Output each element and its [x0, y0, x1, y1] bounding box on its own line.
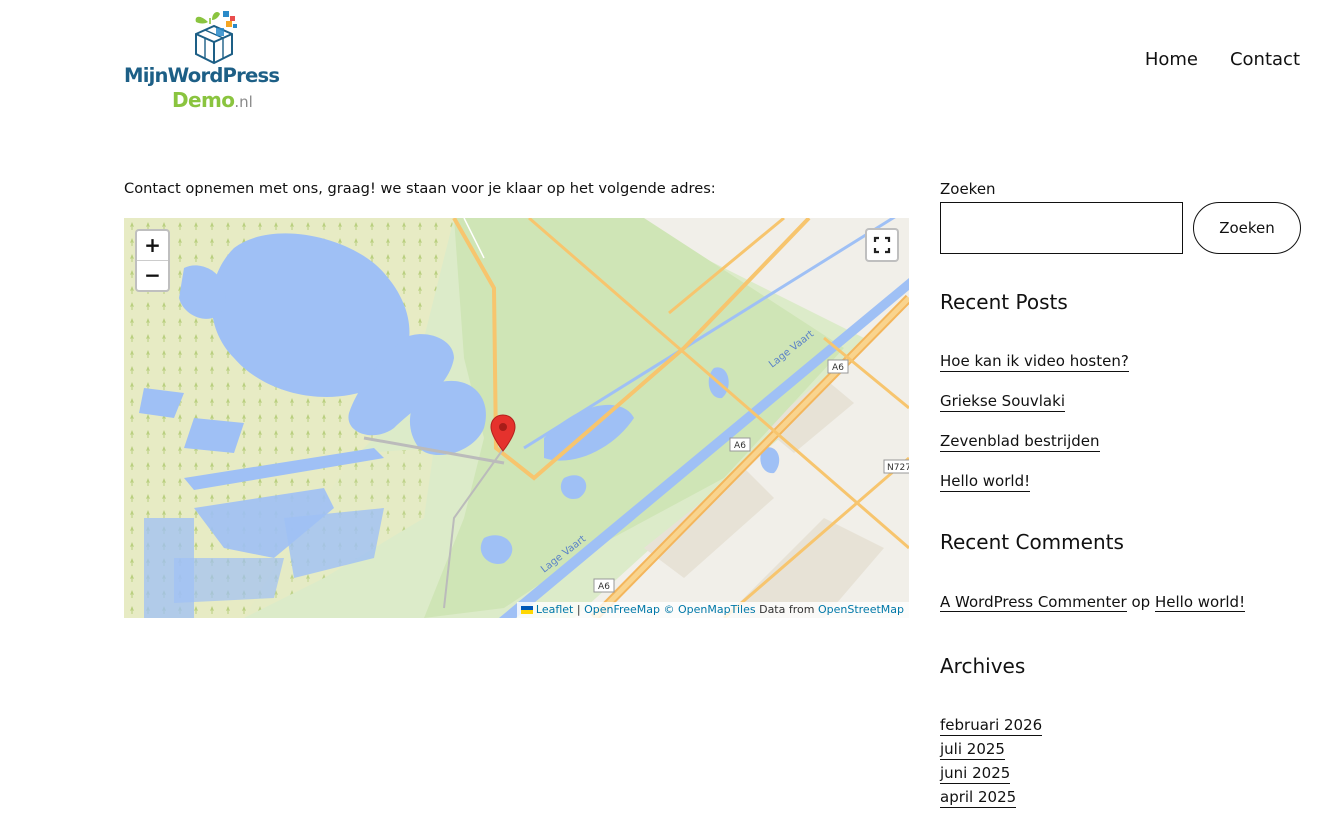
svg-text:N727: N727: [887, 463, 909, 473]
svg-text:A6: A6: [734, 441, 746, 451]
recent-posts-title: Recent Posts: [940, 290, 1068, 314]
zoom-out-button[interactable]: −: [137, 261, 168, 290]
recent-post-link[interactable]: Griekse Souvlaki: [940, 392, 1065, 412]
nav-link-home[interactable]: Home: [1145, 49, 1198, 70]
main-navigation: Home Contact: [1145, 49, 1300, 70]
attribution-data-from: Data from: [759, 603, 815, 616]
comment-joiner: op: [1131, 593, 1151, 611]
logo-text-primary: MijnWordPress: [124, 64, 280, 87]
nav-link-contact[interactable]: Contact: [1230, 49, 1300, 70]
recent-post-link[interactable]: Hello world!: [940, 472, 1031, 492]
svg-text:A6: A6: [598, 582, 610, 592]
map-attribution: Leaflet | OpenFreeMap © OpenMapTiles Dat…: [516, 602, 909, 618]
openfreemap-link[interactable]: OpenFreeMap: [584, 603, 660, 616]
archive-link[interactable]: april 2025: [940, 788, 1017, 808]
site-logo[interactable]: MijnWordPress Demo.nl: [124, 8, 307, 112]
fullscreen-button[interactable]: [865, 228, 899, 262]
road-shield-n727: N727: [883, 459, 909, 474]
attribution-separator: |: [576, 603, 581, 616]
recent-post-link[interactable]: Zevenblad bestrijden: [940, 432, 1100, 452]
recent-comment-item: A WordPress Commenter op Hello world!: [940, 593, 1246, 612]
recent-post-link[interactable]: Hoe kan ik video hosten?: [940, 352, 1129, 372]
location-map[interactable]: A6 A6 A6 N727 Lage Vaart Lage Vaart + − …: [124, 218, 909, 618]
search-input[interactable]: [940, 202, 1183, 254]
ukraine-flag-icon: [520, 606, 533, 614]
archives-title: Archives: [940, 654, 1026, 678]
svg-text:A6: A6: [832, 363, 844, 373]
road-shield-a6-mid: A6: [729, 437, 751, 452]
fullscreen-icon: [873, 236, 891, 254]
archive-link[interactable]: juli 2025: [940, 740, 1005, 760]
road-shield-a6-top: A6: [827, 359, 849, 374]
archive-link[interactable]: juni 2025: [940, 764, 1011, 784]
zoom-control: + −: [135, 229, 170, 292]
road-shield-a6-bottom: A6: [593, 578, 615, 593]
archive-link[interactable]: februari 2026: [940, 716, 1043, 736]
openstreetmap-link[interactable]: OpenStreetMap: [818, 603, 904, 616]
logo-text-demo: Demo: [172, 88, 235, 112]
map-pin-icon[interactable]: [490, 414, 516, 452]
logo-text-secondary: Demo.nl: [172, 88, 253, 112]
comment-post-link[interactable]: Hello world!: [1154, 593, 1246, 612]
leaflet-link[interactable]: Leaflet: [536, 603, 573, 616]
contact-intro-text: Contact opnemen met ons, graag! we staan…: [124, 180, 716, 197]
search-button[interactable]: Zoeken: [1193, 202, 1301, 254]
boxes-with-plants-logo-icon: [195, 11, 237, 65]
comment-author-link[interactable]: A WordPress Commenter: [940, 593, 1127, 612]
search-label: Zoeken: [940, 180, 996, 198]
zoom-in-button[interactable]: +: [137, 231, 168, 261]
map-tiles[interactable]: A6 A6 A6 N727 Lage Vaart Lage Vaart: [124, 218, 909, 618]
logo-text-tld: .nl: [234, 93, 253, 111]
openmaptiles-link[interactable]: © OpenMapTiles: [664, 603, 756, 616]
recent-comments-title: Recent Comments: [940, 530, 1124, 554]
